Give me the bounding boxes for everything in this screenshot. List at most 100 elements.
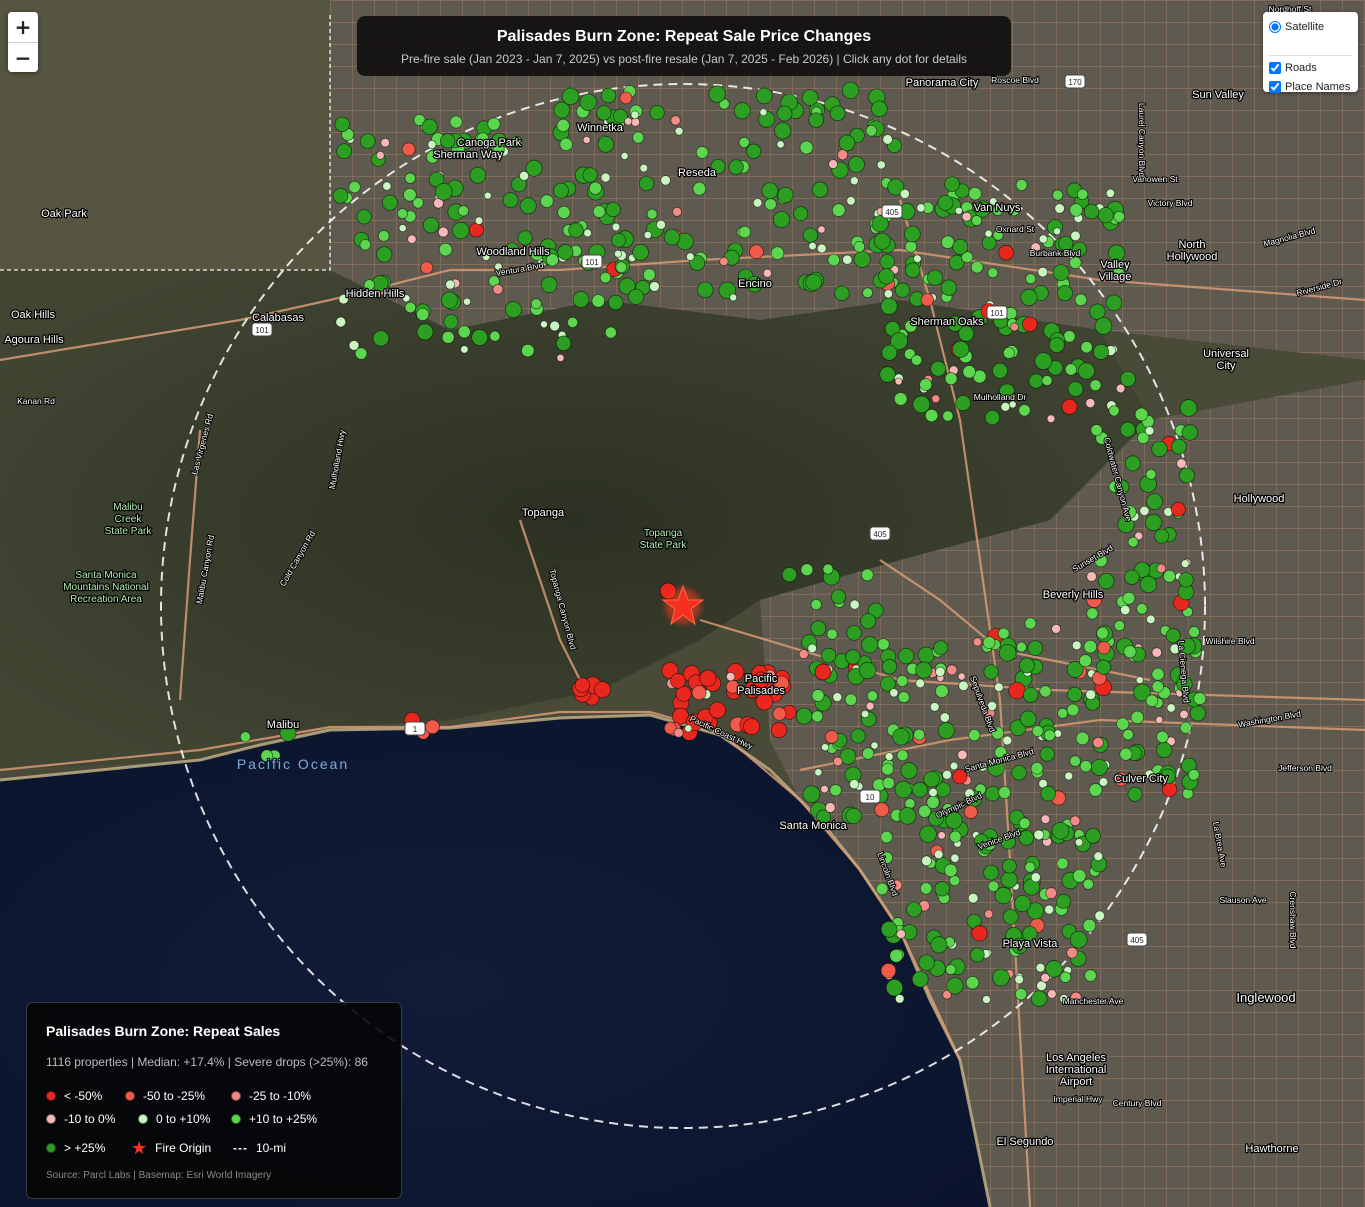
property-dot[interactable] bbox=[984, 409, 1001, 426]
property-dot[interactable] bbox=[799, 140, 814, 155]
property-dot[interactable] bbox=[860, 709, 870, 719]
property-dot[interactable] bbox=[870, 741, 879, 750]
property-dot[interactable] bbox=[733, 102, 751, 120]
property-dot[interactable] bbox=[828, 159, 838, 169]
property-dot[interactable] bbox=[561, 87, 580, 106]
property-dot[interactable] bbox=[846, 196, 856, 206]
property-dot[interactable] bbox=[882, 134, 893, 145]
property-dot[interactable] bbox=[452, 221, 470, 240]
property-dot[interactable] bbox=[954, 206, 963, 215]
property-dot[interactable] bbox=[968, 728, 981, 742]
property-dot[interactable] bbox=[607, 294, 624, 311]
property-dot[interactable] bbox=[942, 769, 952, 780]
property-dot[interactable] bbox=[894, 994, 905, 1004]
property-dot[interactable] bbox=[1093, 851, 1104, 862]
property-dot[interactable] bbox=[943, 863, 958, 878]
property-dot[interactable] bbox=[591, 294, 606, 308]
property-dot[interactable] bbox=[692, 181, 707, 196]
property-dot[interactable] bbox=[749, 244, 764, 260]
property-dot[interactable] bbox=[1069, 203, 1083, 217]
property-dot[interactable] bbox=[950, 853, 960, 863]
property-dot[interactable] bbox=[1066, 947, 1078, 959]
property-dot[interactable] bbox=[770, 721, 788, 739]
property-dot[interactable] bbox=[917, 646, 935, 664]
property-dot[interactable] bbox=[879, 366, 896, 383]
property-dot[interactable] bbox=[919, 825, 937, 843]
place-names-checkbox[interactable] bbox=[1269, 81, 1281, 93]
roads-checkbox-label[interactable]: Roads bbox=[1269, 62, 1317, 74]
property-dot[interactable] bbox=[842, 254, 853, 265]
property-dot[interactable] bbox=[1053, 227, 1062, 236]
property-dot[interactable] bbox=[1072, 869, 1087, 883]
property-dot[interactable] bbox=[1018, 657, 1035, 674]
property-dot[interactable] bbox=[793, 206, 809, 222]
property-dot[interactable] bbox=[822, 563, 834, 575]
property-dot[interactable] bbox=[906, 901, 922, 918]
property-dot[interactable] bbox=[983, 664, 999, 680]
property-dot[interactable] bbox=[858, 661, 877, 680]
property-dot[interactable] bbox=[762, 268, 772, 278]
property-dot[interactable] bbox=[824, 730, 839, 744]
property-dot[interactable] bbox=[967, 892, 979, 904]
property-dot[interactable] bbox=[1119, 747, 1133, 761]
property-dot[interactable] bbox=[802, 785, 821, 804]
property-dot[interactable] bbox=[1002, 735, 1013, 746]
property-dot[interactable] bbox=[838, 134, 856, 152]
property-dot[interactable] bbox=[1069, 815, 1081, 827]
property-dot[interactable] bbox=[632, 244, 649, 261]
property-dot[interactable] bbox=[1090, 424, 1103, 437]
property-dot[interactable] bbox=[926, 269, 944, 286]
property-dot[interactable] bbox=[421, 118, 438, 136]
property-dot[interactable] bbox=[699, 669, 717, 687]
property-dot[interactable] bbox=[557, 205, 571, 220]
property-dot[interactable] bbox=[849, 779, 860, 790]
zoom-in-button[interactable]: + bbox=[8, 12, 38, 42]
property-dot[interactable] bbox=[407, 234, 417, 244]
property-dot[interactable] bbox=[1098, 777, 1109, 787]
property-dot[interactable] bbox=[930, 360, 947, 377]
property-dot[interactable] bbox=[555, 335, 572, 352]
property-dot[interactable] bbox=[1135, 676, 1144, 685]
property-dot[interactable] bbox=[880, 920, 898, 938]
property-dot[interactable] bbox=[1039, 685, 1052, 698]
property-dot[interactable] bbox=[821, 743, 830, 752]
property-dot[interactable] bbox=[983, 864, 999, 881]
property-dot[interactable] bbox=[1000, 401, 1011, 412]
property-dot[interactable] bbox=[930, 936, 948, 954]
property-dot[interactable] bbox=[1031, 725, 1044, 738]
property-dot[interactable] bbox=[899, 188, 910, 199]
property-dot[interactable] bbox=[335, 316, 347, 328]
property-dot[interactable] bbox=[1033, 829, 1045, 841]
property-dot[interactable] bbox=[1156, 741, 1173, 759]
property-dot[interactable] bbox=[1096, 626, 1109, 640]
property-dot[interactable] bbox=[807, 643, 817, 654]
property-dot[interactable] bbox=[845, 649, 861, 665]
property-dot[interactable] bbox=[889, 688, 899, 698]
property-dot[interactable] bbox=[375, 150, 385, 160]
property-dot[interactable] bbox=[525, 159, 543, 177]
property-dot[interactable] bbox=[873, 232, 891, 250]
property-dot[interactable] bbox=[879, 254, 895, 270]
property-dot[interactable] bbox=[1124, 569, 1140, 585]
property-dot[interactable] bbox=[1156, 563, 1167, 574]
property-dot[interactable] bbox=[332, 187, 349, 204]
property-dot[interactable] bbox=[1008, 400, 1017, 409]
property-dot[interactable] bbox=[646, 208, 658, 220]
property-dot[interactable] bbox=[1105, 294, 1123, 312]
property-dot[interactable] bbox=[1076, 188, 1089, 201]
property-dot[interactable] bbox=[638, 175, 655, 192]
property-dot[interactable] bbox=[824, 802, 836, 813]
property-dot[interactable] bbox=[709, 701, 726, 719]
property-dot[interactable] bbox=[1045, 887, 1058, 899]
property-dot[interactable] bbox=[939, 712, 950, 723]
property-dot[interactable] bbox=[795, 707, 813, 725]
property-dot[interactable] bbox=[1020, 288, 1038, 306]
property-dot[interactable] bbox=[1022, 686, 1039, 703]
property-dot[interactable] bbox=[685, 252, 695, 262]
property-dot[interactable] bbox=[1037, 266, 1049, 278]
property-dot[interactable] bbox=[1034, 352, 1053, 370]
property-dot[interactable] bbox=[831, 203, 846, 217]
property-dot[interactable] bbox=[841, 81, 860, 100]
property-dot[interactable] bbox=[774, 122, 792, 140]
property-dot[interactable] bbox=[1088, 783, 1103, 797]
